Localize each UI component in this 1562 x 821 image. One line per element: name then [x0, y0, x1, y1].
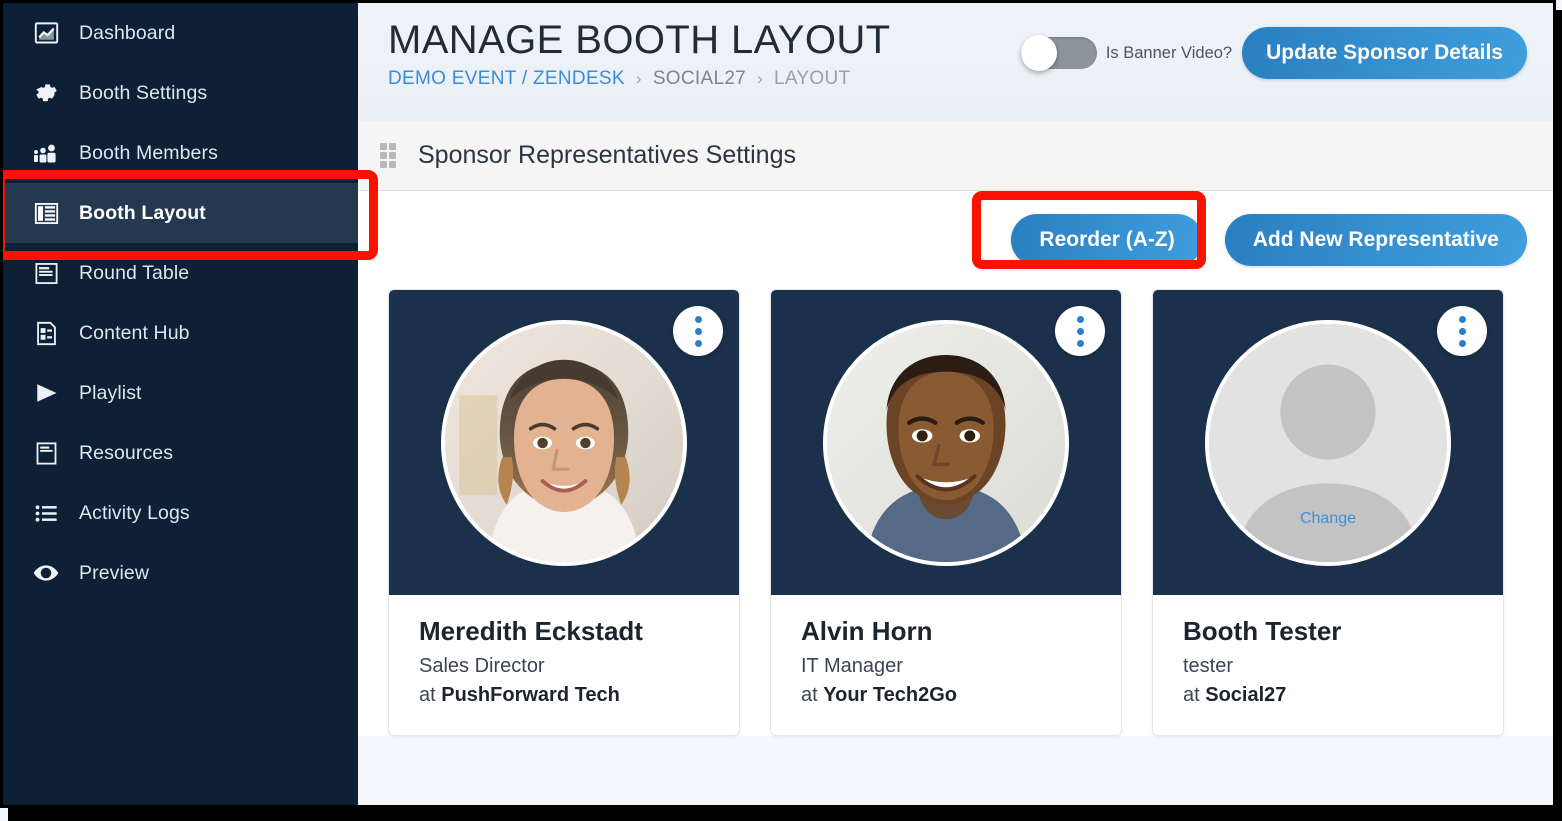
sidebar-item-round-table[interactable]: Round Table	[3, 243, 358, 303]
card-menu-button[interactable]	[1437, 306, 1487, 356]
sidebar-navigation: Dashboard Booth Settings Booth Members B…	[3, 3, 358, 805]
representative-role: tester	[1183, 654, 1234, 677]
people-group-icon	[31, 138, 61, 168]
table-card-icon	[31, 258, 61, 288]
card-menu-button[interactable]	[673, 306, 723, 356]
sidebar-item-booth-settings[interactable]: Booth Settings	[3, 63, 358, 123]
is-banner-video-toggle[interactable]	[1020, 35, 1097, 71]
representative-company: at Your Tech2Go	[801, 682, 1091, 709]
representative-photo-area	[389, 290, 739, 595]
at-prefix: at	[801, 683, 824, 706]
sidebar-item-label: Activity Logs	[79, 501, 190, 524]
breadcrumb-root[interactable]: DEMO EVENT / ZENDESK	[388, 68, 625, 90]
avatar-photo-man	[827, 323, 1065, 562]
chart-line-icon	[31, 18, 61, 48]
sidebar-item-label: Preview	[79, 561, 150, 584]
representative-info: Meredith Eckstadt Sales Director at Push…	[389, 595, 739, 735]
header-actions: Is Banner Video? Update Sponsor Details	[1020, 27, 1527, 79]
document-grid-icon	[31, 318, 61, 348]
page-header: MANAGE BOOTH LAYOUT DEMO EVENT / ZENDESK…	[358, 3, 1553, 121]
sidebar-item-booth-members[interactable]: Booth Members	[3, 123, 358, 183]
sidebar-item-label: Resources	[79, 441, 174, 464]
drag-handle-icon[interactable]	[380, 142, 398, 169]
representative-info: Booth Tester tester at Social27	[1153, 595, 1503, 735]
representative-card[interactable]: Alvin Horn IT Manager at Your Tech2Go	[770, 289, 1122, 736]
avatar	[441, 319, 687, 566]
application-window: Dashboard Booth Settings Booth Members B…	[0, 0, 1562, 821]
company-name: Your Tech2Go	[823, 683, 957, 706]
sidebar-item-label: Content Hub	[79, 321, 190, 344]
sidebar-item-dashboard[interactable]: Dashboard	[3, 3, 358, 63]
update-sponsor-details-button[interactable]: Update Sponsor Details	[1242, 27, 1527, 79]
section-action-row: Reorder (A-Z) Add New Representative	[358, 191, 1553, 289]
bullet-list-icon	[31, 498, 61, 528]
sidebar-item-booth-layout[interactable]: Booth Layout	[3, 183, 358, 243]
window-shadow-right	[1556, 10, 1562, 821]
is-banner-video-label: Is Banner Video?	[1105, 43, 1233, 62]
representative-role: IT Manager	[801, 654, 903, 677]
section-header: Sponsor Representatives Settings	[358, 121, 1553, 191]
representatives-grid: Meredith Eckstadt Sales Director at Push…	[358, 289, 1553, 736]
sidebar-item-preview[interactable]: Preview	[3, 543, 358, 603]
card-menu-button[interactable]	[1055, 306, 1105, 356]
gear-icon	[31, 78, 61, 108]
sidebar-item-activity-logs[interactable]: Activity Logs	[3, 483, 358, 543]
change-avatar-link[interactable]: Change	[1209, 510, 1447, 528]
banner-video-toggle-group: Is Banner Video?	[1020, 35, 1233, 71]
company-name: PushForward Tech	[441, 683, 620, 706]
window-shadow-bottom	[8, 806, 1562, 821]
representative-company: at PushForward Tech	[419, 682, 709, 709]
representative-card[interactable]: Change Booth Tester tester at Social27	[1152, 289, 1504, 736]
section-title: Sponsor Representatives Settings	[418, 141, 796, 169]
breadcrumb-separator: ›	[635, 69, 642, 88]
representative-name: Alvin Horn	[801, 616, 933, 646]
representative-name: Meredith Eckstadt	[419, 616, 643, 646]
breadcrumb-separator: ›	[757, 69, 764, 88]
breadcrumb-middle[interactable]: SOCIAL27	[653, 68, 746, 90]
breadcrumb-current: LAYOUT	[774, 68, 851, 89]
sidebar-item-label: Booth Members	[79, 141, 218, 164]
toggle-knob	[1020, 35, 1057, 71]
sidebar-item-playlist[interactable]: Playlist	[3, 363, 358, 423]
avatar	[823, 319, 1069, 566]
sidebar-item-label: Round Table	[79, 261, 190, 284]
sidebar-item-content-hub[interactable]: Content Hub	[3, 303, 358, 363]
layout-list-icon	[31, 198, 61, 228]
at-prefix: at	[1183, 683, 1206, 706]
representative-info: Alvin Horn IT Manager at Your Tech2Go	[771, 595, 1121, 735]
representative-company: at Social27	[1183, 682, 1473, 709]
representative-card[interactable]: Meredith Eckstadt Sales Director at Push…	[388, 289, 740, 736]
add-new-representative-button[interactable]: Add New Representative	[1224, 214, 1527, 266]
representative-role: Sales Director	[419, 654, 545, 677]
sidebar-item-label: Dashboard	[79, 21, 176, 44]
at-prefix: at	[419, 683, 442, 706]
eye-icon	[31, 558, 61, 588]
company-name: Social27	[1205, 683, 1287, 706]
representative-photo-area	[771, 290, 1121, 595]
sidebar-item-label: Playlist	[79, 381, 142, 404]
sidebar-item-label: Booth Layout	[79, 201, 206, 224]
sidebar-item-label: Booth Settings	[79, 81, 208, 104]
main-content-area: MANAGE BOOTH LAYOUT DEMO EVENT / ZENDESK…	[358, 3, 1553, 805]
avatar: Change	[1205, 319, 1451, 566]
sidebar-item-resources[interactable]: Resources	[3, 423, 358, 483]
representative-photo-area: Change	[1153, 290, 1503, 595]
avatar-photo-woman	[445, 323, 683, 562]
play-triangle-icon	[31, 378, 61, 408]
resources-icon	[31, 438, 61, 468]
representative-name: Booth Tester	[1183, 616, 1342, 646]
reorder-az-button[interactable]: Reorder (A-Z)	[1011, 214, 1203, 266]
